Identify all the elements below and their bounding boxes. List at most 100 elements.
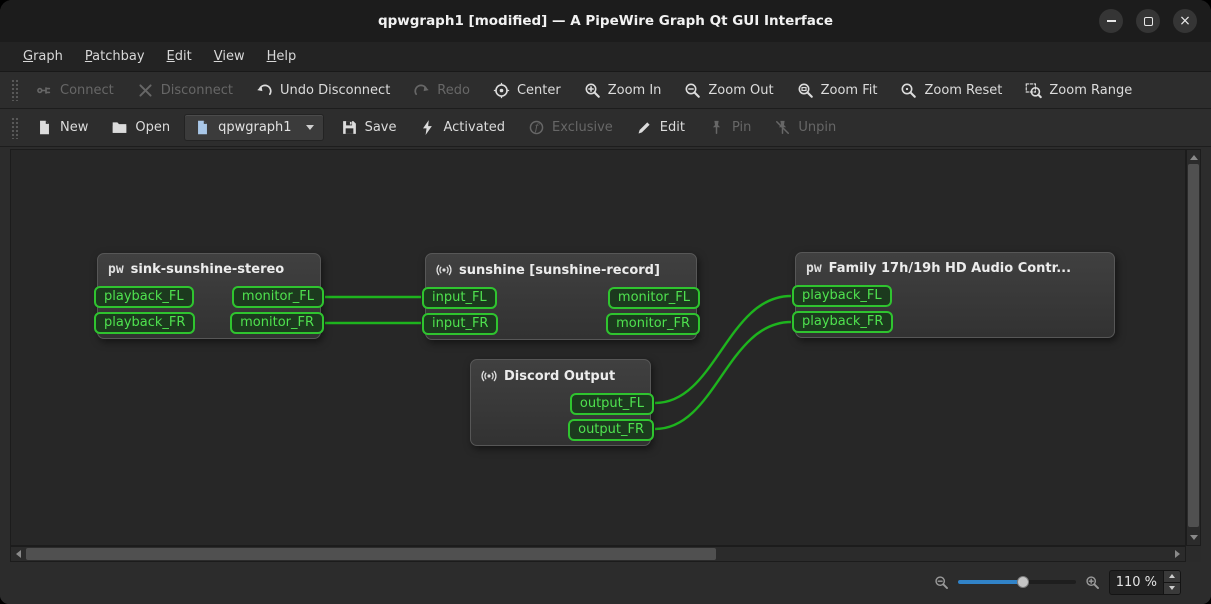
pipewire-icon: pw [108,262,124,277]
zoom-slider-fill [957,580,1023,584]
zoom-range-button[interactable]: Zoom Range [1016,78,1141,103]
window-title: qpwgraph1 [modified] — A PipeWire Graph … [377,13,834,29]
undo-disconnect-button[interactable]: Undo Disconnect [247,78,399,103]
open-folder-icon [111,119,128,136]
node-discord-output[interactable]: Discord Output output_FL output_FR [470,359,654,446]
connection-cables [324,294,792,431]
port-monitor-fl[interactable]: monitor_FL [607,287,700,309]
menu-view[interactable]: View [203,42,256,71]
window-close-icon: × [1179,13,1191,29]
maximize-button[interactable] [1136,9,1160,33]
spin-up-button[interactable] [1164,570,1180,582]
graph-toolbar: Connect Disconnect Undo Disconnect Redo … [0,72,1211,109]
zoom-in-button[interactable]: Zoom In [575,78,671,103]
zoom-in-mini-icon[interactable] [1085,575,1100,590]
node-sink-sunshine-stereo[interactable]: pw sink-sunshine-stereo playback_FL moni… [94,253,324,339]
minimize-button[interactable] [1099,9,1123,33]
chevron-down-icon [305,125,314,130]
patchbay-file-icon [194,119,211,136]
horizontal-scrollbar-thumb[interactable] [26,548,716,560]
disconnect-button[interactable]: Disconnect [128,78,242,103]
exclusive-icon: f [528,119,545,136]
zoom-slider[interactable] [957,574,1076,590]
node-title: sunshine [sunshine-record] [459,262,660,278]
scroll-up-arrow[interactable] [1188,151,1199,164]
save-patchbay-button[interactable]: Save [332,115,406,140]
zoom-fit-button[interactable]: Zoom Fit [788,78,887,103]
menu-patchbay[interactable]: Patchbay [74,42,156,71]
port-playback-fl[interactable]: playback_FL [94,286,194,308]
new-patchbay-button[interactable]: New [27,115,97,140]
scroll-left-arrow[interactable] [12,548,25,560]
new-file-icon [36,119,53,136]
zoom-out-mini-icon[interactable] [934,575,949,590]
undo-icon [256,82,273,99]
scrollbar-corner [1186,546,1201,562]
port-input-fr[interactable]: input_FR [422,313,499,335]
patchbay-toolbar: New Open qpwgraph1 Save Activated f Excl… [0,109,1211,147]
titlebar[interactable]: qpwgraph1 [modified] — A PipeWire Graph … [0,0,1211,42]
save-icon [341,119,358,136]
port-playback-fr[interactable]: playback_FR [792,311,894,333]
connect-button[interactable]: Connect [27,78,123,103]
port-monitor-fl[interactable]: monitor_FL [231,286,324,308]
node-header: sunshine [sunshine-record] [426,254,696,287]
zoom-range-icon [1025,82,1043,99]
activated-toggle-button[interactable]: Activated [410,115,514,140]
disconnect-icon [137,82,154,99]
vertical-scrollbar-thumb[interactable] [1188,164,1199,527]
menubar: Graph Patchbay Edit View Help [0,42,1211,72]
scroll-right-arrow[interactable] [1171,548,1184,560]
node-header: pw sink-sunshine-stereo [98,254,320,286]
pencil-icon [636,119,653,136]
pin-icon [708,119,725,136]
menu-graph[interactable]: Graph [12,42,74,71]
port-input-fl[interactable]: input_FL [422,287,497,309]
port-monitor-fr[interactable]: monitor_FR [230,312,324,334]
zoom-reset-icon [900,82,917,99]
zoom-out-button[interactable]: Zoom Out [675,78,782,103]
redo-button[interactable]: Redo [404,78,479,103]
port-playback-fr[interactable]: playback_FR [94,312,196,334]
port-output-fr[interactable]: output_FR [568,419,654,441]
audio-app-icon [436,262,452,278]
toolbar-drag-handle[interactable] [11,79,18,101]
scroll-down-arrow[interactable] [1188,531,1199,544]
spin-down-icon [1169,586,1175,590]
zoom-fit-icon [797,82,814,99]
toolbar-drag-handle[interactable] [11,116,18,139]
patchbay-profile-combobox[interactable]: qpwgraph1 [184,114,324,141]
horizontal-scrollbar[interactable] [10,546,1186,562]
center-button[interactable]: Center [484,78,570,103]
zoom-slider-handle[interactable] [1016,576,1029,588]
unpin-button[interactable]: Unpin [765,115,845,140]
node-title: sink-sunshine-stereo [130,262,285,277]
lightning-icon [419,119,436,136]
center-icon [493,82,510,99]
edit-patchbay-button[interactable]: Edit [627,115,694,140]
vertical-scrollbar[interactable] [1186,149,1201,546]
spin-down-button[interactable] [1164,581,1180,594]
exclusive-toggle-button[interactable]: f Exclusive [519,115,622,140]
pin-button[interactable]: Pin [699,115,760,140]
open-patchbay-button[interactable]: Open [102,115,179,140]
graph-viewport[interactable]: pw sink-sunshine-stereo playback_FL moni… [10,149,1186,546]
port-output-fl[interactable]: output_FL [569,393,654,415]
zoom-spinbox[interactable]: 110 % [1108,569,1181,595]
zoom-reset-button[interactable]: Zoom Reset [891,78,1011,103]
node-header: Discord Output [471,360,650,393]
node-sunshine-record[interactable]: sunshine [sunshine-record] input_FL moni… [422,253,700,340]
close-button[interactable]: × [1173,9,1197,33]
node-header: pw Family 17h/19h HD Audio Contr... [796,253,1114,285]
port-monitor-fr[interactable]: monitor_FR [606,313,700,335]
window-minimize-icon [1106,20,1116,22]
port-playback-fl[interactable]: playback_FL [792,285,892,307]
qpwgraph-window: qpwgraph1 [modified] — A PipeWire Graph … [0,0,1211,604]
node-title: Discord Output [504,368,616,384]
menu-edit[interactable]: Edit [156,42,203,71]
menu-help[interactable]: Help [256,42,308,71]
spin-buttons [1163,570,1180,594]
node-title: Family 17h/19h HD Audio Contr... [828,261,1072,276]
patchbay-profile-value: qpwgraph1 [218,120,292,135]
node-family-hd-audio[interactable]: pw Family 17h/19h HD Audio Contr... play… [792,252,1115,338]
